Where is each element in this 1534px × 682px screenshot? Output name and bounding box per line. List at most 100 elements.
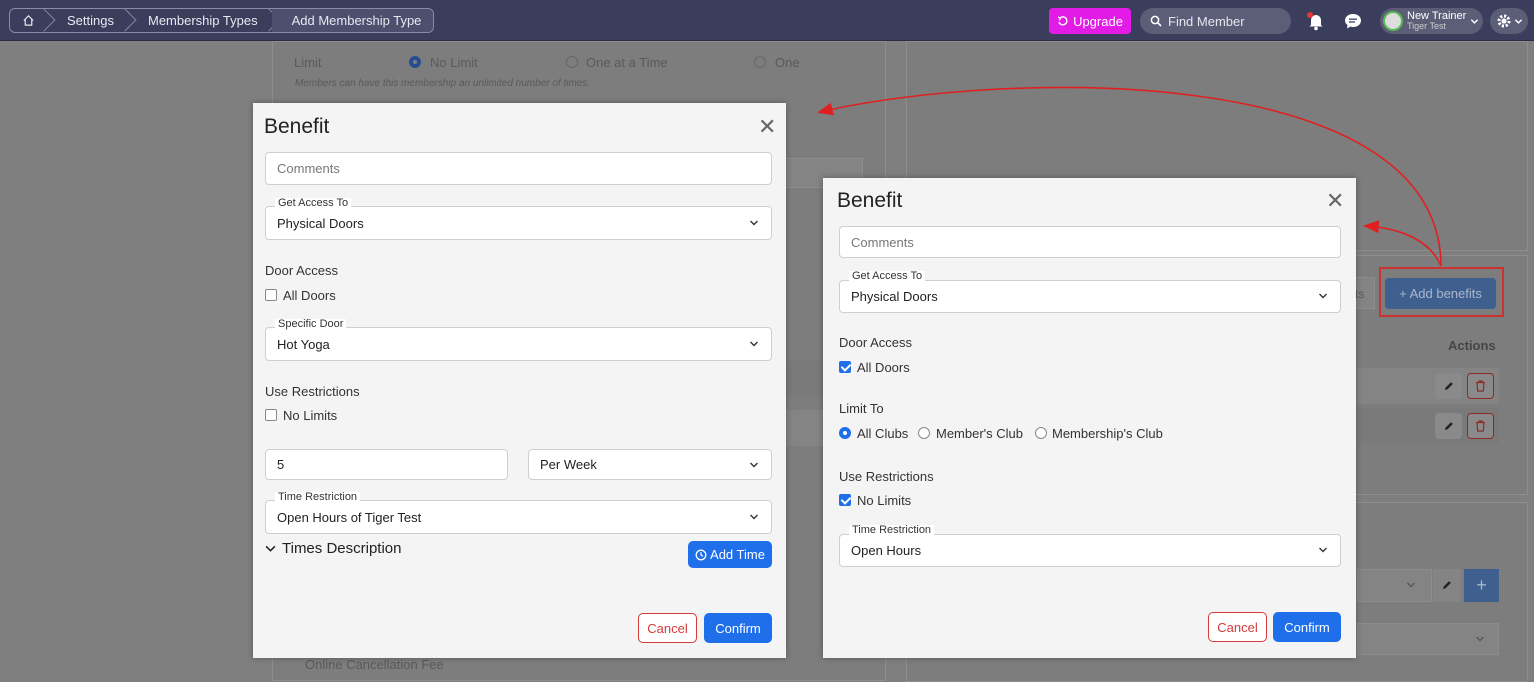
no-limits-label: No Limits xyxy=(283,408,338,423)
user-menu[interactable]: New Trainer Tiger Test xyxy=(1380,8,1483,34)
no-limits-checkbox[interactable] xyxy=(839,494,851,506)
limit-to-label: Limit To xyxy=(839,401,884,416)
modal-title: Benefit xyxy=(837,189,903,212)
chevron-down-icon xyxy=(265,545,276,552)
breadcrumb-add-membership-type[interactable]: Add Membership Type xyxy=(271,9,434,32)
limit-option-radio[interactable] xyxy=(409,56,421,68)
cancel-button[interactable]: Cancel xyxy=(1208,612,1267,642)
period-select[interactable]: Per Week xyxy=(528,449,772,480)
breadcrumb-membership-types-label: Membership Types xyxy=(147,13,258,28)
gear-icon xyxy=(1497,14,1510,28)
confirm-label: Confirm xyxy=(715,620,761,636)
limit-option-one: One xyxy=(775,55,800,70)
time-restriction-legend: Time Restriction xyxy=(849,525,935,536)
clock-icon xyxy=(695,549,707,560)
cancellation-fee-label: Online Cancellation Fee xyxy=(305,657,444,672)
add-benefits-label: + Add benefits xyxy=(1399,286,1482,301)
add-time-label: Add Time xyxy=(710,547,765,562)
breadcrumb-current-label: Add Membership Type xyxy=(291,13,422,28)
chevron-down-icon xyxy=(1319,547,1327,553)
top-navigation-bar: Settings Membership Types Add Membership… xyxy=(0,0,1534,41)
cancel-button[interactable]: Cancel xyxy=(638,613,697,643)
user-name: New Trainer Tiger Test xyxy=(1407,11,1466,32)
edit-button[interactable] xyxy=(1435,413,1462,439)
get-access-to-select[interactable]: Physical Doors xyxy=(265,206,772,240)
chat-icon[interactable] xyxy=(1342,10,1364,32)
confirm-button[interactable]: Confirm xyxy=(704,613,772,643)
pencil-icon xyxy=(1443,581,1451,589)
limit-to-all-clubs-radio[interactable] xyxy=(839,427,851,439)
add-benefits-button[interactable]: + Add benefits xyxy=(1385,278,1496,309)
comments-input[interactable]: Comments xyxy=(265,152,772,185)
breadcrumb-settings[interactable]: Settings xyxy=(47,9,128,32)
modal-title: Benefit xyxy=(264,115,330,138)
period-value: Per Week xyxy=(540,457,597,472)
access-value: Physical Doors xyxy=(851,289,938,304)
close-icon[interactable]: ✕ xyxy=(758,116,776,138)
count-value: 5 xyxy=(277,457,285,472)
upgrade-label: Upgrade xyxy=(1073,13,1123,29)
chevron-down-icon xyxy=(1514,18,1522,24)
home-crumb[interactable] xyxy=(10,9,47,32)
comments-placeholder: Comments xyxy=(277,161,340,176)
time-restriction-value: Open Hours xyxy=(851,543,922,558)
find-member-search[interactable]: Find Member xyxy=(1140,8,1291,34)
access-legend: Get Access To xyxy=(275,198,352,209)
benefit-modal-left: Benefit ✕ Comments Physical Doors Get Ac… xyxy=(253,103,786,658)
no-limits-checkbox[interactable] xyxy=(265,409,277,421)
times-description-toggle[interactable]: Times Description xyxy=(265,540,401,557)
home-icon xyxy=(23,15,34,26)
use-restrictions-label: Use Restrictions xyxy=(839,469,934,484)
comments-input[interactable]: Comments xyxy=(839,226,1341,258)
limit-label: Limit xyxy=(294,55,322,70)
background-add-button[interactable]: + xyxy=(1464,569,1499,602)
chevron-down-icon xyxy=(1476,636,1484,642)
access-value: Physical Doors xyxy=(277,215,364,231)
actions-header: Actions xyxy=(1448,338,1496,353)
limit-option-radio[interactable] xyxy=(566,56,578,68)
access-legend: Get Access To xyxy=(849,271,926,282)
settings-menu-button[interactable] xyxy=(1490,8,1528,34)
chevron-down-icon xyxy=(1319,293,1327,299)
search-icon xyxy=(1150,15,1162,27)
limit-option-no-limit: No Limit xyxy=(430,55,478,70)
all-doors-checkbox[interactable] xyxy=(265,289,277,301)
time-restriction-legend: Time Restriction xyxy=(275,492,361,503)
limit-option-radio[interactable] xyxy=(754,56,766,68)
chevron-down-icon xyxy=(750,341,758,347)
delete-button[interactable] xyxy=(1467,373,1494,399)
get-access-to-select[interactable]: Physical Doors xyxy=(839,280,1341,313)
door-access-label: Door Access xyxy=(265,263,338,278)
refresh-icon xyxy=(1057,16,1068,26)
count-input[interactable]: 5 xyxy=(265,449,508,480)
chevron-down-icon xyxy=(750,220,758,226)
upgrade-button[interactable]: Upgrade xyxy=(1049,8,1131,34)
breadcrumb-settings-label: Settings xyxy=(67,13,114,28)
confirm-button[interactable]: Confirm xyxy=(1273,612,1341,642)
limit-to-memberships-club-radio[interactable] xyxy=(1035,427,1047,439)
close-icon[interactable]: ✕ xyxy=(1326,190,1344,212)
breadcrumb-membership-types[interactable]: Membership Types xyxy=(128,9,272,32)
limit-option-one-at-a-time: One at a Time xyxy=(586,55,668,70)
comments-placeholder: Comments xyxy=(851,234,914,250)
background-edit-button[interactable] xyxy=(1433,569,1461,602)
limit-to-members-club-label: Member's Club xyxy=(936,426,1024,441)
chevron-down-icon xyxy=(1471,18,1479,24)
add-time-button[interactable]: Add Time xyxy=(688,541,772,568)
specific-door-select[interactable]: Hot Yoga xyxy=(265,327,772,361)
times-description-label: Times Description xyxy=(282,540,402,557)
delete-button[interactable] xyxy=(1467,413,1494,439)
limit-to-all-clubs-label: All Clubs xyxy=(857,426,909,441)
time-restriction-select[interactable]: Open Hours of Tiger Test xyxy=(265,500,772,534)
limit-to-members-club-radio[interactable] xyxy=(918,427,930,439)
all-doors-checkbox[interactable] xyxy=(839,361,851,373)
time-restriction-select[interactable]: Open Hours xyxy=(839,534,1341,567)
time-restriction-value: Open Hours of Tiger Test xyxy=(277,509,422,525)
bell-icon[interactable] xyxy=(1305,10,1327,32)
trash-icon xyxy=(1476,420,1485,432)
chevron-down-icon xyxy=(1407,582,1415,588)
limit-to-memberships-club-label: Membership's Club xyxy=(1052,426,1163,441)
background-button-fragment: ts xyxy=(1355,287,1365,301)
edit-button[interactable] xyxy=(1435,373,1462,399)
limit-hint: Members can have this membership an unli… xyxy=(295,78,591,89)
